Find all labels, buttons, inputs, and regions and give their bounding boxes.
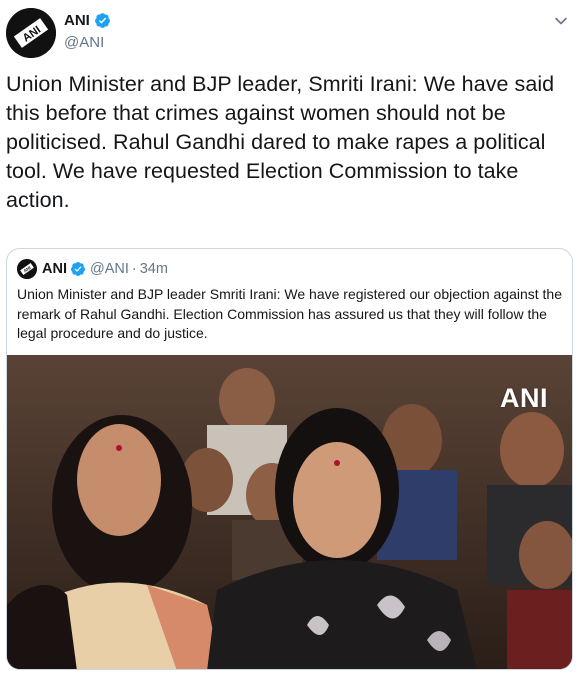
quoted-tweet-card[interactable]: ANI ANI @ANI · 34m Union Minister and BJ… (6, 248, 573, 670)
author-display-name[interactable]: ANI (64, 12, 90, 29)
author-handle[interactable]: @ANI (64, 34, 111, 51)
ani-watermark: ANI (500, 383, 548, 413)
verified-badge-icon (70, 262, 85, 276)
quoted-tweet-time: 34m (139, 261, 168, 277)
ani-logo-icon: ANI (17, 259, 37, 279)
quoted-tweet-text: Union Minister and BJP leader Smriti Ira… (17, 286, 562, 341)
quoted-author-handle: @ANI (89, 261, 129, 277)
quoted-author-avatar: ANI (17, 259, 37, 279)
quoted-author-name: ANI (42, 261, 67, 277)
separator-dot: · (131, 261, 137, 277)
tweet-header: ANI ANI @ANI (0, 0, 578, 64)
chevron-down-icon[interactable] (554, 14, 568, 28)
quoted-tweet-header: ANI ANI @ANI · 34m (17, 259, 168, 279)
photo-scene (7, 355, 572, 669)
author-name-block[interactable]: ANI @ANI (64, 12, 111, 51)
quoted-tweet-photo[interactable]: ANI (7, 355, 572, 669)
ani-logo-icon: ANI (6, 8, 56, 58)
verified-badge-icon (94, 13, 110, 28)
author-avatar[interactable]: ANI (6, 8, 56, 58)
tweet-text: Union Minister and BJP leader, Smriti Ir… (6, 72, 555, 212)
